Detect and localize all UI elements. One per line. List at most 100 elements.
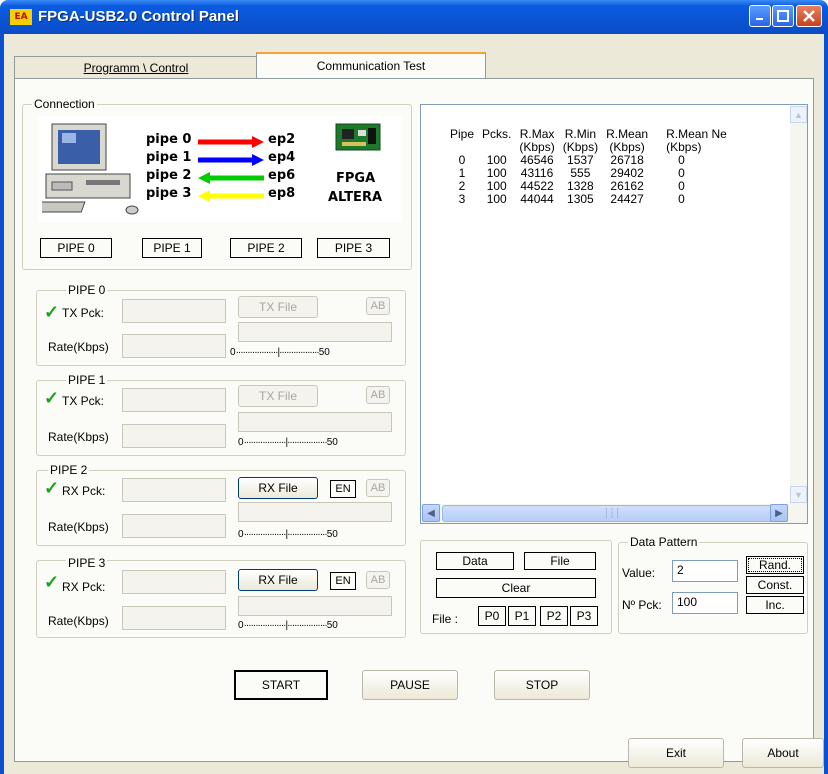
pipe-2-rate-field bbox=[122, 514, 226, 538]
about-button[interactable]: About bbox=[742, 738, 824, 768]
chevron-right-icon: ▶ bbox=[775, 507, 783, 519]
table-cell: 24427 bbox=[610, 192, 644, 206]
pipe-1-rate-field bbox=[122, 424, 226, 448]
ep6-label: ep6 bbox=[268, 168, 296, 183]
pipe-1-pck-field[interactable] bbox=[122, 388, 226, 412]
pipe-2-rx-file-button[interactable]: RX File bbox=[238, 477, 318, 499]
pause-button[interactable]: PAUSE bbox=[362, 670, 458, 700]
arrow-right-icon bbox=[198, 154, 264, 166]
pipe-3-rate-field bbox=[122, 606, 226, 630]
maximize-button[interactable] bbox=[772, 5, 794, 27]
file-button[interactable]: File bbox=[524, 552, 596, 570]
inc-button[interactable]: Inc. bbox=[746, 596, 804, 614]
pipe-3-pck-field[interactable] bbox=[122, 570, 226, 594]
pipe-3-rate-scale: 0··················|·················50 bbox=[238, 620, 338, 631]
pipe-2-pck-label: RX Pck: bbox=[62, 484, 106, 498]
table-cell: 3 bbox=[458, 192, 466, 206]
vertical-scrollbar[interactable] bbox=[790, 106, 807, 504]
scale-max: 50 bbox=[326, 437, 338, 448]
ep8-label: ep8 bbox=[268, 186, 296, 201]
p2-file-button[interactable]: P2 bbox=[540, 606, 568, 626]
pipe-0-title: PIPE 0 bbox=[66, 283, 108, 297]
const-button[interactable]: Const. bbox=[746, 576, 804, 594]
data-button[interactable]: Data bbox=[436, 552, 514, 570]
pipe-1-button[interactable]: PIPE 1 bbox=[142, 238, 202, 258]
p0-file-button[interactable]: P0 bbox=[478, 606, 506, 626]
minimize-button[interactable] bbox=[749, 5, 771, 27]
pipe-3-button[interactable]: PIPE 3 bbox=[317, 238, 390, 258]
pipe-3-title: PIPE 3 bbox=[66, 556, 108, 570]
table-cell: 0 bbox=[678, 192, 685, 206]
pipe-1-title: PIPE 1 bbox=[66, 373, 108, 387]
pipe-0-label: pipe 0 bbox=[146, 132, 192, 147]
exit-button[interactable]: Exit bbox=[628, 738, 724, 768]
window-title: FPGA-USB2.0 Control Panel bbox=[38, 8, 239, 25]
column-header: Pipe bbox=[450, 127, 475, 141]
arrow-left-icon bbox=[198, 190, 264, 202]
pipe-3-label: pipe 3 bbox=[146, 186, 192, 201]
p3-file-button[interactable]: P3 bbox=[570, 606, 598, 626]
pipe-2-button[interactable]: PIPE 2 bbox=[230, 238, 302, 258]
close-button[interactable] bbox=[796, 5, 822, 27]
pipe-1-label: pipe 1 bbox=[146, 150, 192, 165]
arrow-left-icon bbox=[198, 172, 264, 184]
arrow-right-icon bbox=[198, 136, 264, 148]
scroll-down-button[interactable]: ▼ bbox=[790, 486, 807, 503]
connection-title: Connection bbox=[32, 97, 97, 111]
tab-label: Programm \ Control bbox=[83, 60, 189, 75]
value-input[interactable]: 2 bbox=[672, 560, 738, 582]
table-cell: 44044 bbox=[520, 192, 554, 206]
pipe-0-tx-file-button[interactable]: TX File bbox=[238, 296, 318, 318]
table-cell: 0 bbox=[678, 179, 685, 193]
pipe-2-title: PIPE 2 bbox=[48, 463, 90, 477]
tab-communication-test[interactable]: Communication Test bbox=[256, 52, 486, 78]
pipe-1-rate-label: Rate(Kbps) bbox=[48, 430, 109, 444]
value-label: Value: bbox=[622, 566, 656, 580]
table-cell: 1305 bbox=[567, 192, 594, 206]
pipe-0-pck-field[interactable] bbox=[122, 299, 226, 323]
pipe-arrows bbox=[198, 136, 264, 202]
clear-button[interactable]: Clear bbox=[436, 578, 596, 598]
ep4-label: ep4 bbox=[268, 150, 296, 165]
altera-label: ALTERA bbox=[328, 190, 383, 205]
app-icon: EA bbox=[10, 9, 32, 25]
start-button[interactable]: START bbox=[234, 670, 328, 700]
column-header: Pcks. bbox=[482, 127, 512, 141]
table-cell: 100 bbox=[486, 192, 507, 206]
computer-icon bbox=[42, 123, 139, 215]
pipe-2-ab-button[interactable]: AB bbox=[366, 479, 390, 497]
pipe-0-button[interactable]: PIPE 0 bbox=[40, 238, 112, 258]
scroll-left-button[interactable]: ◀ bbox=[422, 504, 440, 522]
check-icon: ✓ bbox=[44, 388, 60, 408]
data-pattern-title: Data Pattern bbox=[628, 535, 700, 549]
pipe-2-en-button[interactable]: EN bbox=[330, 480, 356, 498]
pipe-3-ab-button[interactable]: AB bbox=[366, 571, 390, 589]
scroll-up-button[interactable]: ▲ bbox=[790, 106, 807, 123]
rand-button[interactable]: Rand. bbox=[746, 556, 804, 574]
tab-program-control[interactable]: Programm \ Control bbox=[14, 56, 258, 78]
pipe-1-tx-file-button[interactable]: TX File bbox=[238, 385, 318, 407]
p1-file-button[interactable]: P1 bbox=[508, 606, 536, 626]
chevron-down-icon: ▼ bbox=[794, 489, 803, 500]
pipe-3-en-button[interactable]: EN bbox=[330, 572, 356, 590]
pipe-0-rate-scale: 0··················|·················50 bbox=[230, 347, 330, 358]
scroll-thumb[interactable]: ┆┆┆ bbox=[442, 505, 782, 522]
stop-button[interactable]: STOP bbox=[494, 670, 590, 700]
pipe-2-rate-label: Rate(Kbps) bbox=[48, 520, 109, 534]
check-icon: ✓ bbox=[44, 478, 60, 498]
pipe-1-ab-button[interactable]: AB bbox=[366, 386, 390, 404]
scale-max: 50 bbox=[318, 347, 330, 358]
pipe-3-rate-bar bbox=[238, 596, 392, 616]
pipe-0-rate-field bbox=[122, 334, 226, 358]
pipe-0-ab-button[interactable]: AB bbox=[366, 297, 390, 315]
pipe-2-pck-field[interactable] bbox=[122, 478, 226, 502]
chevron-left-icon: ◀ bbox=[427, 507, 435, 519]
scroll-right-button[interactable]: ▶ bbox=[770, 504, 788, 522]
table-cell: 0 bbox=[678, 153, 685, 167]
pipe-3-rx-file-button[interactable]: RX File bbox=[238, 569, 318, 591]
npck-input[interactable]: 100 bbox=[672, 592, 738, 614]
ep2-label: ep2 bbox=[268, 132, 296, 147]
check-icon: ✓ bbox=[44, 572, 60, 592]
tab-label: Communication Test bbox=[316, 59, 426, 73]
fpga-label: FPGA bbox=[336, 171, 376, 186]
